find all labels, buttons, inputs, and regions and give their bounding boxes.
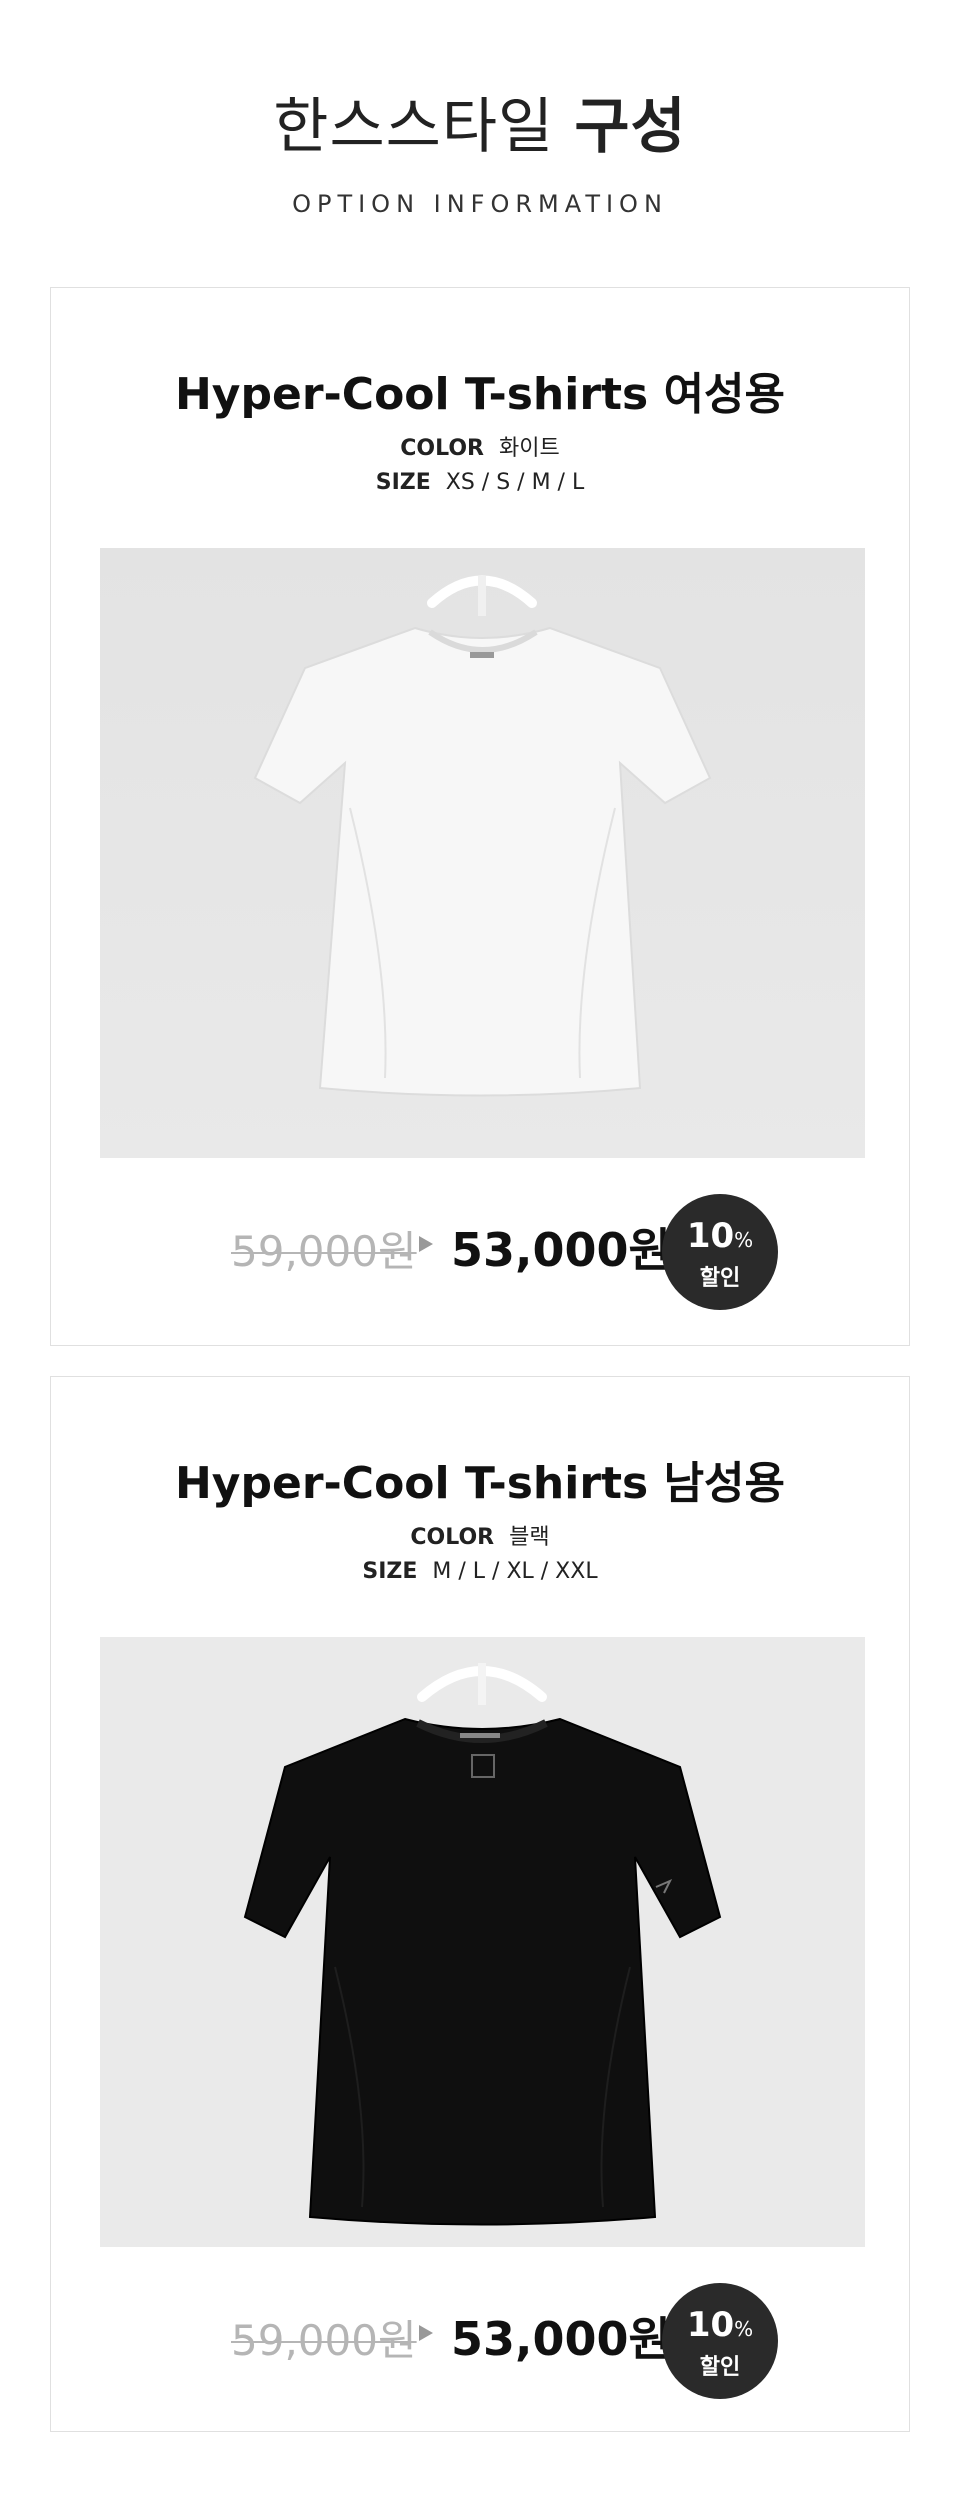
black-tshirt-image <box>100 1637 865 2247</box>
product-photo-black-tshirt <box>100 1637 865 2247</box>
product-name: Hyper-Cool T-shirts 남성용 <box>174 1458 786 1509</box>
page-title-bold: 구성 <box>574 92 687 162</box>
size-value: M / L / XL / XXL <box>432 1559 598 1584</box>
product-name: Hyper-Cool T-shirts 여성용 <box>174 369 786 420</box>
original-price: 59,000원 <box>231 2316 417 2365</box>
price-row: 59,000원 53,000원 10% 할인 <box>51 1194 909 1318</box>
color-label: COLOR <box>400 436 484 461</box>
discount-badge: 10% 할인 <box>662 2283 778 2399</box>
page-title: 한스스타일 구성 <box>0 92 960 162</box>
color-value: 화이트 <box>499 436 560 461</box>
color-value: 블랙 <box>509 1525 550 1550</box>
discount-label: 할인 <box>699 2355 741 2380</box>
size-value: XS / S / M / L <box>445 470 585 495</box>
page-title-light: 한스스타일 <box>273 92 555 162</box>
sale-price: 53,000원 <box>451 1223 671 1277</box>
product-size-row: SIZE XS / S / M / L <box>51 470 909 495</box>
product-photo-white-tshirt <box>100 548 865 1158</box>
page-subtitle: OPTION INFORMATION <box>292 190 668 218</box>
size-label: SIZE <box>375 470 431 495</box>
arrow-right-icon <box>419 2325 433 2341</box>
size-label: SIZE <box>362 1559 418 1584</box>
product-color-row: COLOR 블랙 <box>51 1519 909 1551</box>
product-card-women: Hyper-Cool T-shirts 여성용 COLOR 화이트 SIZE X… <box>50 287 910 1346</box>
page-header: 한스스타일 구성 OPTION INFORMATION <box>0 0 960 230</box>
discount-badge: 10% 할인 <box>662 1194 778 1310</box>
color-label: COLOR <box>410 1525 495 1550</box>
product-card-men: Hyper-Cool T-shirts 남성용 COLOR 블랙 SIZE M … <box>50 1376 910 2432</box>
product-size-row: SIZE M / L / XL / XXL <box>51 1559 909 1584</box>
white-tshirt-image <box>100 548 865 1158</box>
arrow-right-icon <box>419 1236 433 1252</box>
sale-price: 53,000원 <box>451 2312 671 2366</box>
discount-value: 10 <box>686 1216 735 1256</box>
discount-unit: % <box>734 1228 754 1252</box>
discount-label: 할인 <box>699 1266 741 1291</box>
discount-value: 10 <box>686 2305 735 2345</box>
price-row: 59,000원 53,000원 10% 할인 <box>51 2283 909 2407</box>
product-color-row: COLOR 화이트 <box>51 430 909 462</box>
discount-unit: % <box>734 2317 754 2341</box>
discount-percent: 10% <box>662 2305 778 2345</box>
original-price: 59,000원 <box>231 1227 417 1276</box>
discount-percent: 10% <box>662 1216 778 1256</box>
